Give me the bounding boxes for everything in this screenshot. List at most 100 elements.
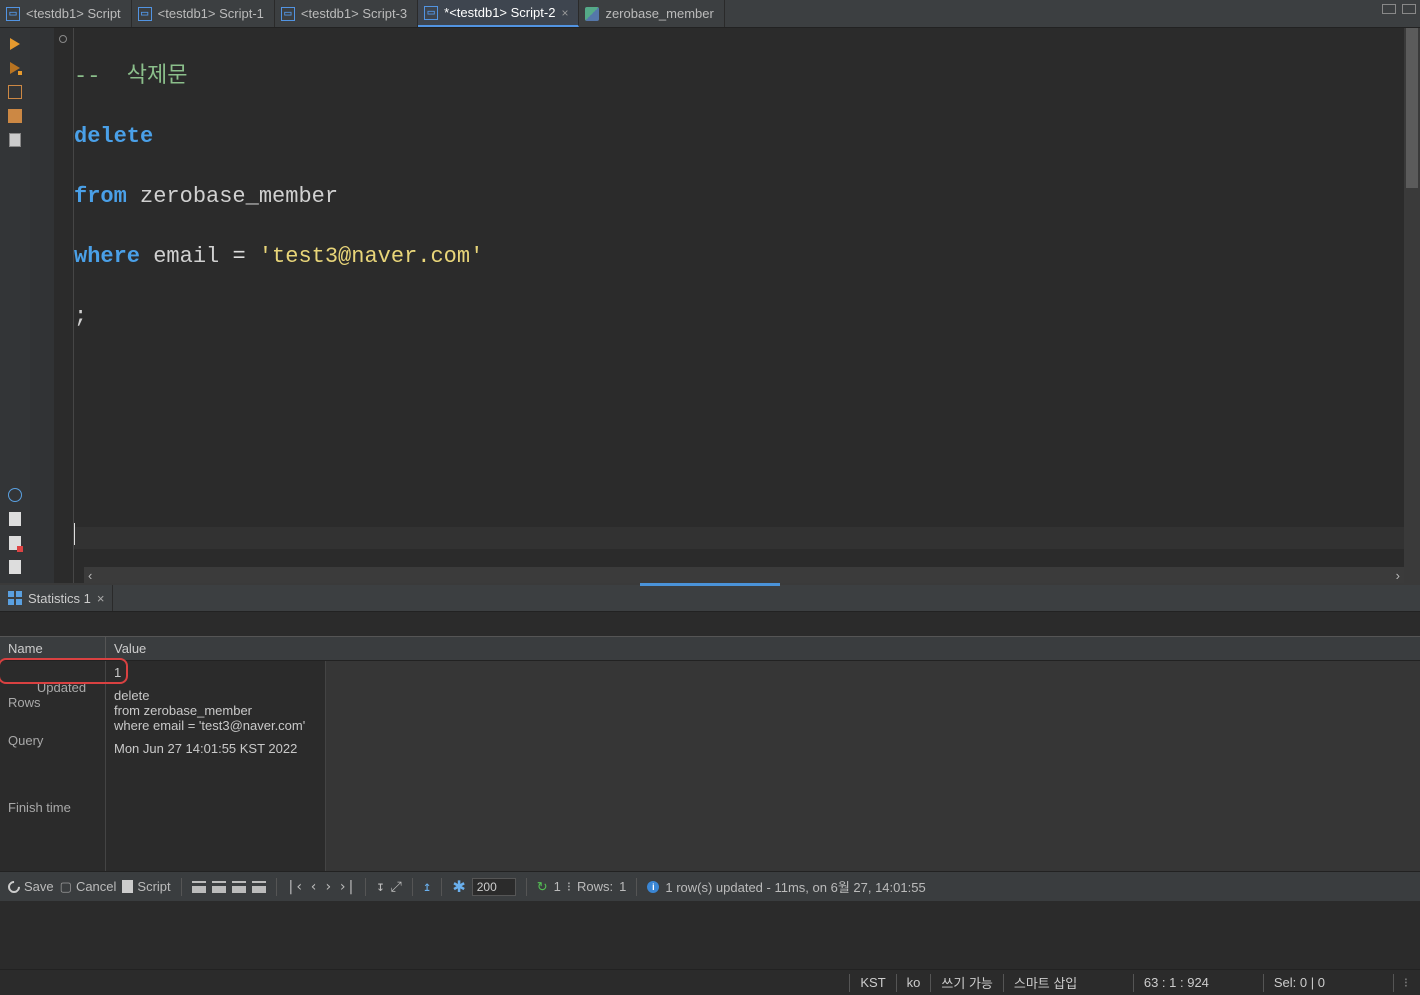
status-timezone: KST	[849, 974, 895, 992]
page-error-icon[interactable]	[6, 535, 24, 551]
tab-label: *<testdb1> Script-2	[444, 5, 555, 20]
refresh-icon[interactable]: ↻	[537, 879, 548, 895]
next-page-icon[interactable]: ›	[324, 879, 332, 895]
current-line-highlight	[74, 527, 1404, 549]
tab-label: <testdb1> Script	[26, 6, 121, 21]
layout-icon-1[interactable]	[192, 881, 206, 893]
scrollbar-thumb[interactable]	[1406, 28, 1418, 188]
expand-icon[interactable]: ⤢	[391, 879, 402, 895]
last-page-icon[interactable]: ›|	[338, 879, 355, 895]
semicolon: ;	[74, 304, 87, 329]
result-tabs: Statistics 1 ×	[0, 583, 1420, 611]
tab-label: <testdb1> Script-3	[301, 6, 407, 21]
scroll-left-icon[interactable]: ‹	[88, 568, 92, 583]
statistics-panel: Name Value Updated Rows Query Finish tim…	[0, 611, 1420, 901]
sql-file-icon: ▭	[424, 6, 438, 20]
caret	[74, 523, 75, 545]
editor-area: -- 삭제문 delete from zerobase_member where…	[0, 28, 1420, 583]
status-lang: ko	[896, 974, 931, 992]
row-value-finish: Mon Jun 27 14:01:55 KST 2022	[106, 737, 325, 760]
column-header-value[interactable]: Value	[106, 637, 1420, 660]
rows-count: 1	[619, 879, 626, 894]
editor-tabs: ▭ <testdb1> Script ▭ <testdb1> Script-1 …	[0, 0, 1420, 28]
tab-script-1[interactable]: ▭ <testdb1> Script-1	[132, 0, 275, 27]
column-name: email	[140, 244, 232, 269]
label: Script	[137, 879, 170, 894]
horizontal-scrollbar[interactable]: ‹ ›	[84, 567, 1404, 583]
cancel-button[interactable]: ▢ Cancel	[60, 879, 117, 895]
row-name-query: Query	[0, 729, 105, 752]
sql-file-icon: ▭	[138, 7, 152, 21]
layout-icon-4[interactable]	[252, 881, 266, 893]
row-name-finish: Finish time	[0, 796, 105, 819]
operator: =	[232, 244, 245, 269]
keyword-from: from	[74, 184, 127, 209]
layout-icon-2[interactable]	[212, 881, 226, 893]
doc-icon[interactable]	[6, 132, 24, 148]
tab-label: <testdb1> Script-1	[158, 6, 264, 21]
row-value-updated: 1	[106, 661, 325, 684]
label: Updated Rows	[8, 680, 90, 710]
execute-script-icon[interactable]	[6, 60, 24, 76]
sql-editor[interactable]: -- 삭제문 delete from zerobase_member where…	[74, 28, 1404, 583]
fold-gutter	[54, 28, 74, 583]
tab-label: Statistics 1	[28, 591, 91, 606]
tab-zerobase-member[interactable]: zerobase_member	[579, 0, 724, 27]
row-value-query: delete from zerobase_member where email …	[106, 684, 325, 737]
save-icon	[6, 878, 23, 895]
tab-script[interactable]: ▭ <testdb1> Script	[0, 0, 132, 27]
script-button[interactable]: Script	[122, 879, 170, 894]
prev-page-icon[interactable]: ‹	[310, 879, 318, 895]
table-rest	[326, 661, 1420, 871]
tab-statistics[interactable]: Statistics 1 ×	[0, 585, 113, 611]
status-bar: KST ko 쓰기 가능 스마트 삽입 63 : 1 : 924 Sel: 0 …	[0, 969, 1420, 995]
status-message: 1 row(s) updated - 11ms, on 6월 27, 14:01…	[665, 877, 925, 896]
status-selection: Sel: 0 | 0	[1263, 974, 1393, 992]
vertical-scrollbar[interactable]	[1404, 28, 1420, 583]
keyword-where: where	[74, 244, 140, 269]
settings-icon[interactable]	[6, 487, 24, 503]
close-icon[interactable]: ×	[97, 591, 105, 606]
table-body: Updated Rows Query Finish time 1 delete …	[0, 661, 1420, 871]
column-header-name[interactable]: Name	[0, 637, 106, 660]
maximize-icon[interactable]	[1402, 4, 1416, 14]
sql-file-icon: ▭	[6, 7, 20, 21]
tab-script-3[interactable]: ▭ <testdb1> Script-3	[275, 0, 418, 27]
close-icon[interactable]: ×	[561, 6, 568, 20]
page-icon[interactable]	[6, 511, 24, 527]
status-cursor-pos: 63 : 1 : 924	[1133, 974, 1263, 992]
grid-icon	[8, 591, 22, 605]
fold-marker-icon[interactable]	[59, 35, 67, 43]
editor-wrap: -- 삭제문 delete from zerobase_member where…	[30, 28, 1420, 583]
layout-icon-3[interactable]	[232, 881, 246, 893]
minimize-icon[interactable]	[1382, 4, 1396, 14]
info-icon[interactable]: i	[647, 881, 659, 893]
string-literal: 'test3@naver.com'	[259, 244, 483, 269]
settings-star-icon[interactable]: ✱	[452, 877, 465, 897]
status-more[interactable]: ⁝	[1393, 974, 1420, 992]
window-controls	[1382, 4, 1416, 14]
rows-label: Rows:	[577, 879, 613, 894]
table-name: zerobase_member	[127, 184, 338, 209]
max-rows-input[interactable]	[472, 878, 516, 896]
editor-toolbar-vertical	[0, 28, 30, 583]
script-icon	[122, 880, 133, 893]
collapse-icon[interactable]: ↧	[376, 879, 384, 895]
row-name-updated: Updated Rows	[0, 661, 105, 729]
label: Cancel	[76, 879, 116, 894]
plan-icon[interactable]	[6, 108, 24, 124]
execute-icon[interactable]	[6, 36, 24, 52]
status-insert-mode: 스마트 삽입	[1003, 974, 1133, 992]
refresh-count: 1	[554, 879, 561, 894]
tab-script-2[interactable]: ▭ *<testdb1> Script-2 ×	[418, 0, 579, 27]
result-toolbar: Save ▢ Cancel Script |‹ ‹ › ›| ↧ ⤢ ↥ ✱ ↻…	[0, 871, 1420, 901]
first-page-icon[interactable]: |‹	[287, 879, 304, 895]
export-icon[interactable]: ↥	[423, 879, 431, 895]
page-icon-2[interactable]	[6, 559, 24, 575]
table-icon	[585, 7, 599, 21]
save-button[interactable]: Save	[8, 879, 54, 894]
explain-icon[interactable]	[6, 84, 24, 100]
scroll-right-icon[interactable]: ›	[1396, 568, 1400, 583]
code-comment: -- 삭제문	[74, 64, 188, 89]
sql-file-icon: ▭	[281, 7, 295, 21]
